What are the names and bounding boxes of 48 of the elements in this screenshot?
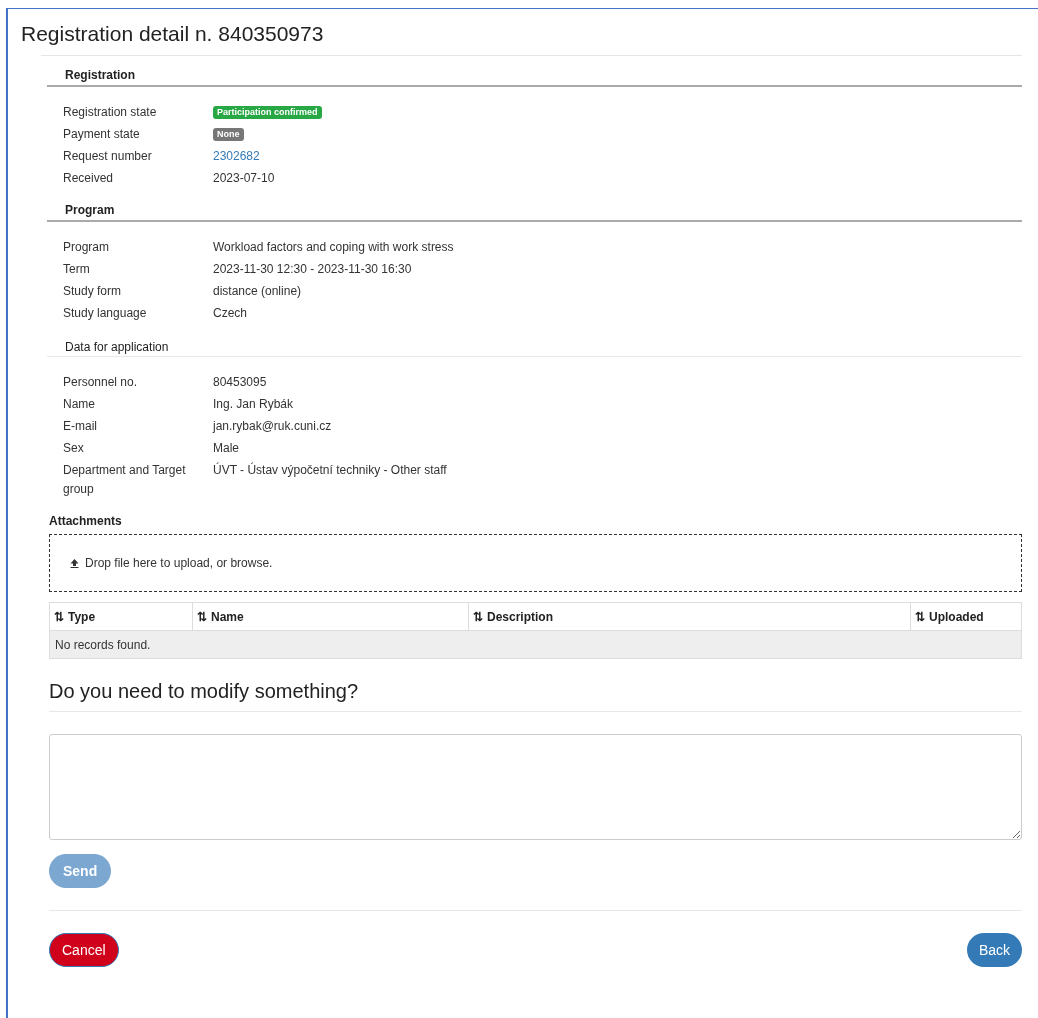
field-label: Request number [63, 147, 153, 165]
field-label: Registration state [63, 103, 158, 121]
column-label: Type [68, 608, 96, 626]
field-value: Czech [213, 305, 247, 322]
field-label: E-mail [63, 417, 98, 435]
section-heading: Data for application [64, 340, 169, 354]
field-value: 2023-11-30 12:30 - 2023-11-30 16:30 [213, 261, 412, 278]
sort-icon: ⇅ [915, 607, 925, 626]
request-number-link[interactable]: 2302682 [213, 145, 260, 167]
field-label: Term [63, 260, 91, 278]
back-button[interactable]: Back [966, 933, 1022, 967]
message-field[interactable] [49, 734, 1022, 840]
field-label: Department and Target group [63, 461, 187, 498]
dropzone-text: Drop file here to upload, or browse. [85, 555, 273, 572]
field-value: distance (online) [213, 283, 302, 300]
section-heading: Do you need to modify something? [49, 679, 1022, 712]
field-label: Personnel no. [63, 373, 139, 391]
column-label: Description [487, 608, 553, 626]
section-heading: Registration [64, 68, 135, 82]
upload-icon [70, 558, 79, 568]
file-dropzone[interactable]: Drop file here to upload, or browse. [49, 534, 1022, 592]
empty-message: No records found. [50, 630, 1021, 658]
sort-icon: ⇅ [197, 607, 207, 626]
field-value: Male [213, 440, 239, 457]
field-value: 80453095 [213, 374, 267, 391]
section-heading: Attachments [49, 513, 123, 530]
field-value: Ing. Jan Rybák [213, 396, 294, 413]
field-value: ÚVT - Ústav výpočetní techniky - Other staff [213, 461, 447, 479]
field-label: Name [63, 395, 96, 413]
cancel-button[interactable]: Cancel [49, 933, 119, 967]
column-label: Name [211, 608, 244, 626]
field-label: Received [63, 169, 115, 187]
column-header[interactable]: ⇅ Type [50, 603, 192, 630]
field-value: Workload factors and coping with work stress [213, 239, 454, 256]
field-label: Payment state [63, 125, 141, 143]
section-heading: Program [64, 203, 115, 217]
field-value: jan.rybak@ruk.cuni.cz [213, 418, 332, 435]
field-value: 2023-07-10 [213, 170, 275, 187]
page-title: Registration detail n. 840350973 [21, 21, 325, 47]
column-label: Uploaded [929, 608, 984, 626]
field-label: Study language [63, 304, 148, 322]
field-label: Sex [63, 439, 85, 457]
sort-icon: ⇅ [473, 607, 483, 626]
field-label: Study form [63, 282, 123, 300]
field-label: Program [63, 238, 110, 256]
sort-icon: ⇅ [54, 607, 64, 626]
status-badge: None [213, 127, 244, 141]
status-badge: Participation confirmed [213, 105, 322, 119]
